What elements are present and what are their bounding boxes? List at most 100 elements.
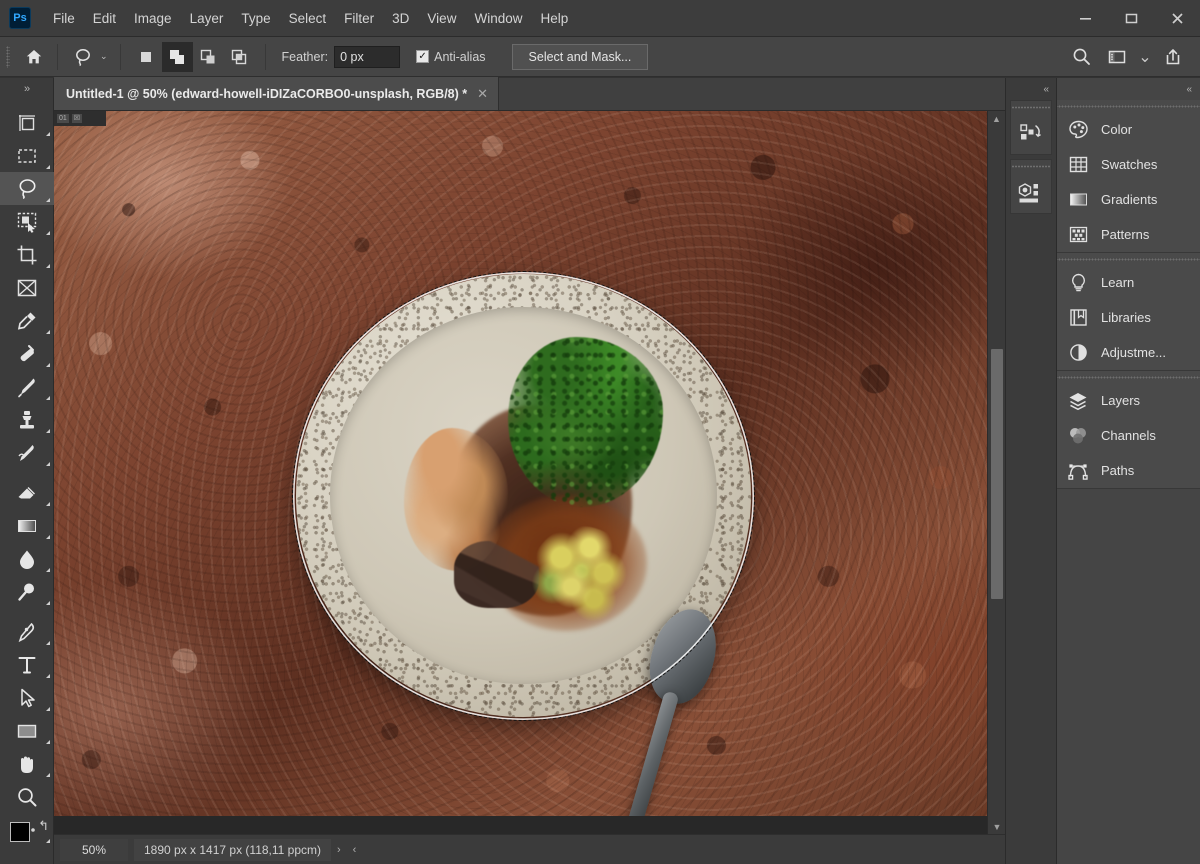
vertical-scrollbar-thumb[interactable] bbox=[991, 349, 1003, 599]
tool-flyout-indicator bbox=[46, 568, 50, 572]
share-icon[interactable] bbox=[1156, 42, 1190, 72]
feather-input[interactable] bbox=[334, 45, 401, 68]
spot-healing-brush-tool[interactable] bbox=[0, 337, 54, 370]
panel-grip[interactable] bbox=[1011, 101, 1051, 114]
yellow-flowers-garnish bbox=[531, 525, 632, 624]
path-selection-tool[interactable] bbox=[0, 681, 54, 714]
document-image[interactable]: 01 ☒ bbox=[54, 111, 987, 816]
eyedropper-tool[interactable] bbox=[0, 304, 54, 337]
add-to-selection-button[interactable] bbox=[161, 41, 193, 72]
options-bar-grip[interactable] bbox=[6, 45, 10, 68]
panel-grip[interactable] bbox=[1057, 371, 1200, 383]
subtract-from-selection-button[interactable] bbox=[193, 42, 224, 72]
swap-colors-icon[interactable]: ↰ bbox=[38, 818, 49, 834]
lasso-tool[interactable] bbox=[0, 172, 54, 205]
frame-tool[interactable] bbox=[0, 271, 54, 304]
menu-view[interactable]: View bbox=[418, 8, 465, 29]
panel-tab-swatches[interactable]: Swatches bbox=[1057, 147, 1200, 182]
maximize-button[interactable] bbox=[1108, 0, 1154, 37]
scroll-down-icon[interactable]: ▼ bbox=[988, 819, 1006, 834]
minimize-button[interactable] bbox=[1062, 0, 1108, 37]
menu-window[interactable]: Window bbox=[465, 8, 531, 29]
properties-panel-icon[interactable] bbox=[1011, 173, 1051, 213]
hand-tool[interactable] bbox=[0, 747, 54, 780]
crop-tool[interactable] bbox=[0, 238, 54, 271]
toolbar-divider bbox=[0, 469, 53, 476]
panel-grip[interactable] bbox=[1057, 100, 1200, 112]
dodge-tool[interactable] bbox=[0, 575, 54, 608]
home-icon[interactable] bbox=[17, 42, 51, 72]
scroll-up-icon[interactable]: ▲ bbox=[988, 111, 1005, 126]
panel-tab-gradients[interactable]: Gradients bbox=[1057, 182, 1200, 217]
color-swatches: ↰ bbox=[0, 816, 54, 860]
panel-tab-channels[interactable]: Channels bbox=[1057, 418, 1200, 453]
color-palette-icon bbox=[1067, 119, 1089, 141]
menu-3d[interactable]: 3D bbox=[383, 8, 418, 29]
panels-collapse-button[interactable]: « bbox=[1057, 78, 1200, 100]
panel-tab-adjustments[interactable]: Adjustme... bbox=[1057, 335, 1200, 370]
tool-preset-picker[interactable]: ⌄ bbox=[64, 44, 114, 70]
rectangle-tool[interactable] bbox=[0, 714, 54, 747]
gradient-icon bbox=[1067, 189, 1089, 211]
brush-tool[interactable] bbox=[0, 370, 54, 403]
menu-select[interactable]: Select bbox=[280, 8, 336, 29]
close-button[interactable] bbox=[1154, 0, 1200, 37]
tool-flyout-indicator bbox=[46, 641, 50, 645]
pen-tool[interactable] bbox=[0, 615, 54, 648]
chevron-down-icon[interactable]: ⌄ bbox=[1136, 42, 1154, 72]
panel-grip[interactable] bbox=[1057, 253, 1200, 265]
history-brush-tool[interactable] bbox=[0, 436, 54, 469]
canvas-area[interactable]: 01 ☒ bbox=[54, 111, 1005, 834]
tool-flyout-indicator bbox=[46, 773, 50, 777]
history-panel-icon[interactable] bbox=[1011, 114, 1051, 154]
menu-edit[interactable]: Edit bbox=[84, 8, 125, 29]
color-panel-group: Color Swatches Gradients Patterns bbox=[1057, 100, 1200, 253]
document-tab-strip: Untitled-1 @ 50% (edward-howell-iDIZaCOR… bbox=[54, 77, 1005, 111]
panel-tab-learn[interactable]: Learn bbox=[1057, 265, 1200, 300]
canvas-vertical-scrollbar[interactable]: ▲ ▼ bbox=[987, 111, 1005, 834]
panel-tab-paths[interactable]: Paths bbox=[1057, 453, 1200, 488]
panel-tab-color[interactable]: Color bbox=[1057, 112, 1200, 147]
move-artboard-tool[interactable] bbox=[0, 106, 54, 139]
blur-tool[interactable] bbox=[0, 542, 54, 575]
menu-file[interactable]: File bbox=[44, 8, 84, 29]
document-tab[interactable]: Untitled-1 @ 50% (edward-howell-iDIZaCOR… bbox=[54, 77, 500, 110]
zoom-tool[interactable] bbox=[0, 780, 54, 813]
foreground-color-swatch[interactable] bbox=[10, 822, 30, 842]
properties-panel-group bbox=[1010, 159, 1052, 214]
status-prev-icon[interactable]: ‹ bbox=[353, 844, 357, 856]
panel-tab-patterns[interactable]: Patterns bbox=[1057, 217, 1200, 252]
panel-tab-layers[interactable]: Layers bbox=[1057, 383, 1200, 418]
panel-tab-label: Learn bbox=[1101, 275, 1135, 290]
clone-stamp-tool[interactable] bbox=[0, 403, 54, 436]
anti-alias-row[interactable]: ✓ Anti-alias bbox=[416, 50, 486, 64]
object-selection-tool[interactable] bbox=[0, 205, 54, 238]
search-icon[interactable] bbox=[1064, 42, 1098, 72]
status-next-icon[interactable]: › bbox=[337, 844, 341, 856]
gradient-tool[interactable] bbox=[0, 509, 54, 542]
type-tool[interactable] bbox=[0, 648, 54, 681]
panel-grip[interactable] bbox=[1011, 160, 1051, 173]
feather-label: Feather: bbox=[281, 49, 329, 64]
eraser-tool[interactable] bbox=[0, 476, 54, 509]
menu-image[interactable]: Image bbox=[125, 8, 181, 29]
panel-tab-libraries[interactable]: Libraries bbox=[1057, 300, 1200, 335]
lasso-icon bbox=[70, 44, 96, 70]
menu-type[interactable]: Type bbox=[232, 8, 279, 29]
menu-layer[interactable]: Layer bbox=[181, 8, 233, 29]
rectangular-marquee-tool[interactable] bbox=[0, 139, 54, 172]
dock-collapse-button[interactable]: « bbox=[1006, 78, 1056, 100]
panel-tab-label: Swatches bbox=[1101, 157, 1158, 172]
intersect-with-selection-button[interactable] bbox=[224, 42, 255, 72]
panel-tab-label: Gradients bbox=[1101, 192, 1158, 207]
zoom-level-field[interactable]: 50% bbox=[60, 838, 128, 861]
menu-filter[interactable]: Filter bbox=[335, 8, 383, 29]
anti-alias-checkbox[interactable]: ✓ bbox=[416, 50, 430, 63]
new-selection-button[interactable] bbox=[131, 42, 162, 72]
close-icon[interactable]: ✕ bbox=[477, 86, 488, 102]
workspace-icon[interactable] bbox=[1100, 42, 1134, 72]
toolbar-expand-button[interactable]: » bbox=[0, 78, 53, 100]
panel-tab-label: Layers bbox=[1101, 393, 1141, 408]
select-and-mask-button[interactable]: Select and Mask... bbox=[511, 43, 649, 70]
menu-help[interactable]: Help bbox=[531, 8, 577, 29]
